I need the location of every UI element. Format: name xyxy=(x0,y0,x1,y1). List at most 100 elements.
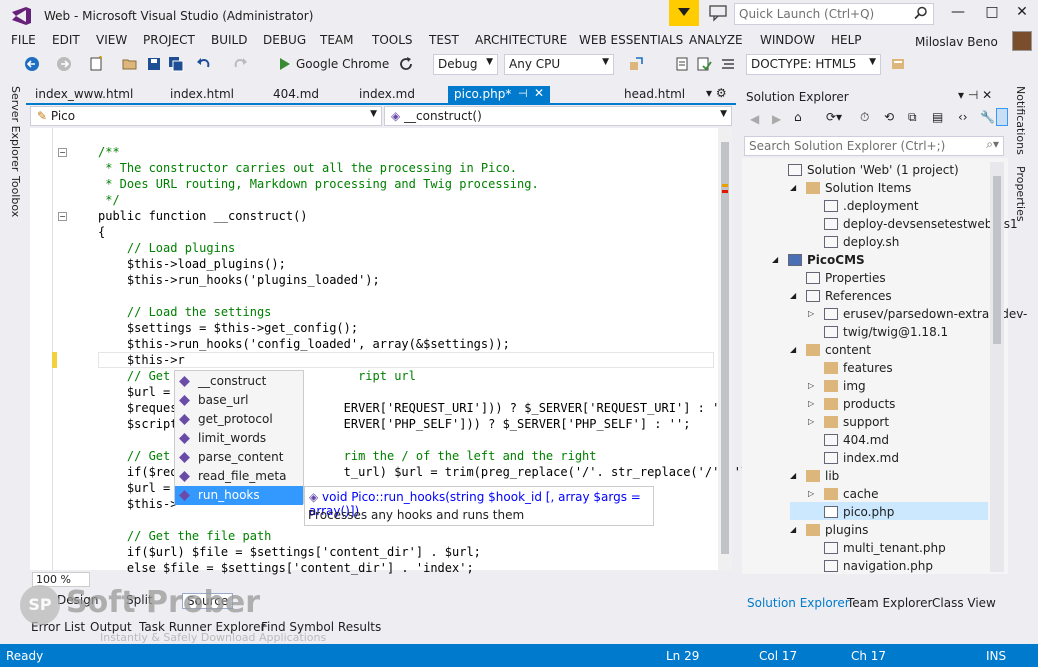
completion-item[interactable]: get_protocol xyxy=(175,410,303,429)
configuration-select[interactable]: Debug ▼ xyxy=(433,54,498,75)
class-navigation-select[interactable]: ✎ Pico ▼ xyxy=(30,106,382,126)
menu-debug[interactable]: DEBUG xyxy=(263,33,306,47)
code-line[interactable]: */ xyxy=(98,192,119,208)
code-line[interactable]: // Load plugins xyxy=(98,240,235,256)
tree-item[interactable]: plugins xyxy=(825,521,868,539)
tab-pico-php[interactable]: pico.php* ⊣ ✕ xyxy=(448,86,550,105)
expanded-arrow-icon[interactable]: ◢ xyxy=(790,467,796,485)
notifications-tab[interactable]: Notifications xyxy=(1014,86,1027,155)
close-tab-icon[interactable]: ✕ xyxy=(534,86,544,100)
tree-item[interactable]: support xyxy=(843,413,889,431)
properties-icon[interactable]: 🔧 xyxy=(980,110,995,124)
browser-link-icon[interactable] xyxy=(628,56,644,72)
tab-list-dropdown-icon[interactable]: ▾ ⚙ xyxy=(706,86,727,100)
completion-item[interactable]: read_file_meta xyxy=(175,467,303,486)
expanded-arrow-icon[interactable]: ◢ xyxy=(790,179,796,197)
menu-build[interactable]: BUILD xyxy=(211,33,247,47)
tab-index-www-html[interactable]: index_www.html xyxy=(35,87,133,104)
code-line[interactable]: $this->run_hooks('plugins_loaded'); xyxy=(98,272,380,288)
code-line[interactable]: $this->r xyxy=(98,352,185,368)
scrollbar-thumb[interactable] xyxy=(721,142,729,554)
collapsed-arrow-icon[interactable]: ▷ xyxy=(808,377,814,395)
open-folder-icon[interactable] xyxy=(122,56,138,72)
collapsed-arrow-icon[interactable]: ▷ xyxy=(808,395,814,413)
code-line[interactable]: // Load the settings xyxy=(98,304,272,320)
run-icon[interactable] xyxy=(277,56,293,72)
menu-window[interactable]: WINDOW xyxy=(760,33,815,47)
menu-team[interactable]: TEAM xyxy=(320,33,353,47)
menu-architecture[interactable]: ARCHITECTURE xyxy=(475,33,567,47)
code-line[interactable]: * Does URL routing, Markdown processing … xyxy=(98,176,538,192)
tree-item[interactable]: Properties xyxy=(825,269,886,287)
minimize-button[interactable]: — xyxy=(944,4,972,24)
team-explorer-tab[interactable]: Team Explorer xyxy=(847,596,933,610)
code-line[interactable]: { xyxy=(98,224,105,240)
code-line[interactable]: if($url) $file = $settings['content_dir'… xyxy=(98,544,481,560)
menu-web-essentials[interactable]: WEB ESSENTIALS xyxy=(579,33,683,47)
refresh-icon[interactable] xyxy=(398,56,414,72)
tab-head-html[interactable]: head.html xyxy=(624,87,685,104)
doctype-select[interactable]: DOCTYPE: HTML5 ▼ xyxy=(746,54,881,75)
tree-item[interactable]: cache xyxy=(843,485,879,503)
code-line[interactable]: $this-> xyxy=(98,496,178,512)
completion-item[interactable]: base_url xyxy=(175,391,303,410)
completion-item[interactable]: parse_content xyxy=(175,448,303,467)
collapse-all-icon[interactable]: ⧉ xyxy=(908,110,917,125)
run-target-label[interactable]: Google Chrome xyxy=(296,57,389,71)
code-line[interactable]: else $file = $settings['content_dir'] . … xyxy=(98,560,474,576)
tree-item[interactable]: index.md xyxy=(843,449,899,467)
code-line[interactable]: // Get rim the / of the left and the rig… xyxy=(98,448,597,464)
refresh-icon[interactable]: ⟲ xyxy=(884,110,894,124)
menu-tools[interactable]: TOOLS xyxy=(372,33,413,47)
completion-item-selected[interactable]: run_hooks xyxy=(175,486,303,505)
tab-404-md[interactable]: 404.md xyxy=(273,87,319,104)
tree-item[interactable]: features xyxy=(843,359,893,377)
menu-project[interactable]: PROJECT xyxy=(143,33,195,47)
undo-icon[interactable] xyxy=(196,56,212,72)
back-icon[interactable]: ◀ xyxy=(750,112,759,126)
validate-icon[interactable] xyxy=(696,56,712,72)
menu-analyze[interactable]: ANALYZE xyxy=(689,33,743,47)
close-button[interactable]: ✕ xyxy=(1008,4,1036,24)
code-line[interactable]: $url = xyxy=(98,384,170,400)
new-project-icon[interactable] xyxy=(88,56,104,72)
toolbox-tab[interactable]: Toolbox xyxy=(9,176,22,217)
collapsed-arrow-icon[interactable]: ▷ xyxy=(808,305,814,323)
quick-launch-input[interactable]: Quick Launch (Ctrl+Q) xyxy=(734,3,934,25)
show-all-files-icon[interactable]: ▤ xyxy=(932,110,943,124)
format-icon[interactable] xyxy=(720,56,736,72)
intellisense-list[interactable]: __construct base_url get_protocol limit_… xyxy=(174,370,304,505)
expanded-arrow-icon[interactable]: ◢ xyxy=(772,251,778,269)
completion-item[interactable]: __construct xyxy=(175,372,303,391)
menu-edit[interactable]: EDIT xyxy=(52,33,80,47)
view-code-icon[interactable]: ‹› xyxy=(958,110,968,124)
tree-item[interactable]: Solution Items xyxy=(825,179,911,197)
expanded-arrow-icon[interactable]: ◢ xyxy=(790,287,796,305)
preview-selected-icon[interactable] xyxy=(996,108,1008,126)
tree-item[interactable]: navigation.php xyxy=(843,557,933,575)
user-name[interactable]: Miloslav Beno xyxy=(915,35,998,49)
scrollbar-thumb[interactable] xyxy=(993,176,1001,344)
properties-tab[interactable]: Properties xyxy=(1014,166,1027,222)
expanded-arrow-icon[interactable]: ◢ xyxy=(790,341,796,359)
menu-test[interactable]: TEST xyxy=(429,33,459,47)
forward-icon[interactable]: ▶ xyxy=(772,112,781,126)
tree-item[interactable]: deploy.sh xyxy=(843,233,899,251)
solution-explorer-search-input[interactable]: Search Solution Explorer (Ctrl+;) ⌕▾ xyxy=(744,136,1004,156)
tree-item[interactable]: twig/twig@1.18.1 xyxy=(843,323,948,341)
tree-item[interactable]: products xyxy=(843,395,895,413)
tree-item[interactable]: .deployment xyxy=(843,197,919,215)
redo-icon[interactable] xyxy=(232,56,248,72)
menu-help[interactable]: HELP xyxy=(831,33,862,47)
tree-item[interactable]: content xyxy=(825,341,871,359)
document-icon[interactable] xyxy=(674,56,690,72)
save-all-icon[interactable] xyxy=(168,56,184,72)
completion-item[interactable]: limit_words xyxy=(175,429,303,448)
code-line[interactable]: // Get the file path xyxy=(98,528,272,544)
tab-index-md[interactable]: index.md xyxy=(359,87,415,104)
tree-item[interactable]: References xyxy=(825,287,892,305)
save-icon[interactable] xyxy=(146,56,162,72)
code-line[interactable]: * The constructor carries out all the pr… xyxy=(98,160,517,176)
code-line[interactable]: /** xyxy=(98,144,120,160)
tree-item[interactable]: lib xyxy=(825,467,839,485)
